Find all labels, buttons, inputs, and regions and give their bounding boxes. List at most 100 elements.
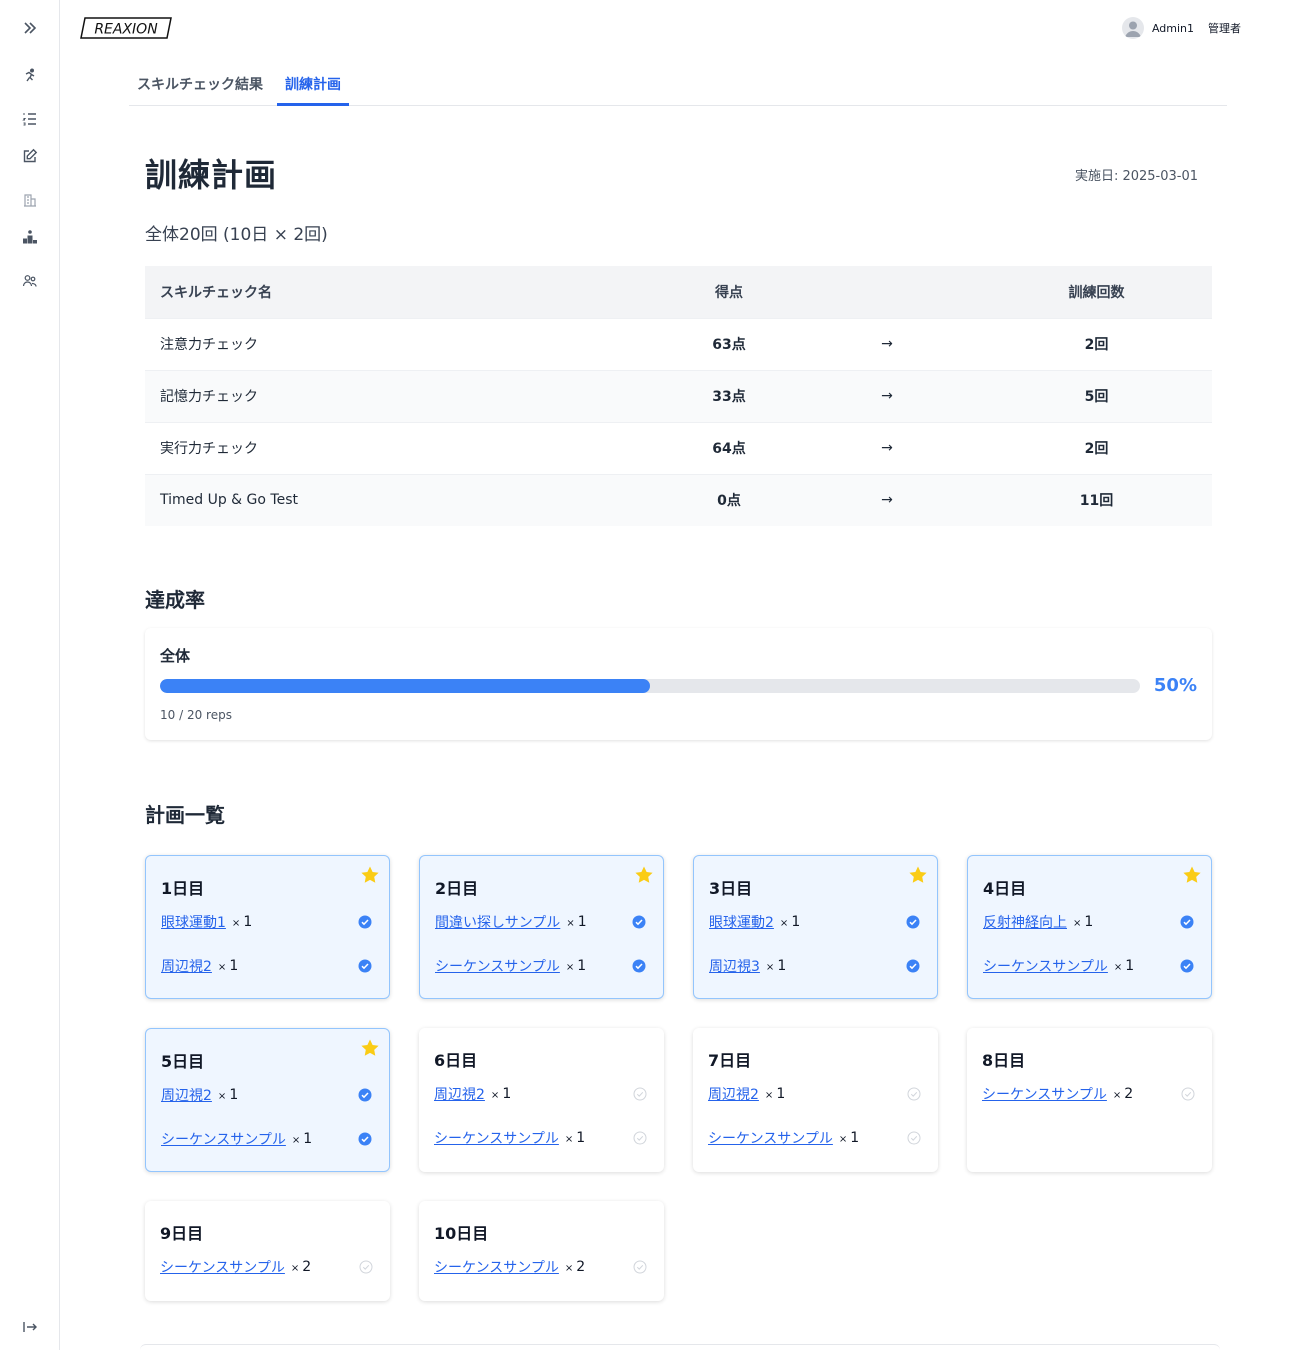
- check-circle-icon[interactable]: [358, 915, 372, 929]
- task-link[interactable]: シーケンスサンプル: [161, 1129, 286, 1149]
- edit-icon[interactable]: [18, 144, 42, 168]
- day-title: 10日目: [434, 1224, 489, 1243]
- day-title: 6日目: [434, 1051, 478, 1070]
- achievement-title: 達成率: [145, 588, 205, 612]
- task-item: 眼球運動2 × 1: [709, 912, 920, 932]
- app-logo[interactable]: REAXION: [80, 17, 172, 39]
- check-circle-icon[interactable]: [358, 959, 372, 973]
- runner-icon[interactable]: [18, 64, 42, 88]
- tab-skill-check-results[interactable]: スキルチェック結果: [129, 64, 271, 104]
- task-link[interactable]: 周辺視2: [161, 1085, 212, 1105]
- day-title: 4日目: [983, 879, 1027, 898]
- task-link[interactable]: 間違い探しサンプル: [435, 912, 560, 932]
- check-circle-outline-icon[interactable]: [633, 1131, 647, 1145]
- check-circle-icon[interactable]: [358, 1132, 372, 1146]
- header-arrow: [793, 266, 981, 318]
- check-circle-icon[interactable]: [906, 915, 920, 929]
- check-circle-icon[interactable]: [632, 915, 646, 929]
- task-count: 1: [502, 1086, 512, 1102]
- task-multiplier: × 1: [780, 914, 800, 930]
- star-icon: [908, 865, 928, 885]
- day-title: 2日目: [435, 879, 479, 898]
- task-count: 1: [1084, 914, 1094, 930]
- task-item: シーケンスサンプル × 1: [161, 1129, 372, 1149]
- arrow-right-icon: →: [793, 473, 981, 526]
- multiply-icon: ×: [1113, 962, 1123, 973]
- day-card: 2日目 間違い探しサンプル × 1 シーケンスサンプル × 1: [419, 855, 664, 999]
- skill-name: 記憶力チェック: [145, 369, 665, 422]
- multiply-icon: ×: [765, 962, 775, 973]
- day-card: 3日目 眼球運動2 × 1 周辺視3 × 1: [693, 855, 938, 999]
- task-link[interactable]: シーケンスサンプル: [982, 1084, 1107, 1104]
- star-icon: [360, 865, 380, 885]
- training-count: 5回: [981, 369, 1212, 422]
- check-circle-icon[interactable]: [1180, 915, 1194, 929]
- day-card: 1日目 眼球運動1 × 1 周辺視2 × 1: [145, 855, 390, 999]
- achievement-card: 全体 50% 10 / 20 reps: [145, 628, 1212, 740]
- user-role: 管理者: [1208, 22, 1241, 35]
- multiply-icon: ×: [565, 962, 575, 973]
- tab-bar: スキルチェック結果 訓練計画: [129, 66, 1227, 106]
- header-score: 得点: [665, 266, 793, 318]
- check-circle-icon[interactable]: [632, 959, 646, 973]
- task-link[interactable]: 周辺視2: [161, 956, 212, 976]
- skill-score: 63点: [665, 317, 793, 370]
- expand-icon[interactable]: [18, 16, 42, 40]
- task-link[interactable]: 眼球運動2: [709, 912, 774, 932]
- multiply-icon: ×: [231, 918, 241, 929]
- skill-name: 実行力チェック: [145, 421, 665, 474]
- day-card: 5日目 周辺視2 × 1 シーケンスサンプル × 1: [145, 1028, 390, 1172]
- task-link[interactable]: 周辺視2: [434, 1084, 485, 1104]
- task-count: 1: [229, 958, 239, 974]
- check-circle-outline-icon[interactable]: [907, 1131, 921, 1145]
- building-icon[interactable]: [18, 188, 42, 212]
- task-link[interactable]: シーケンスサンプル: [160, 1257, 285, 1277]
- check-circle-icon[interactable]: [1180, 959, 1194, 973]
- progress-bar: [160, 679, 1140, 693]
- task-count: 2: [1124, 1086, 1134, 1102]
- task-multiplier: × 1: [1073, 914, 1093, 930]
- day-card: 9日目 シーケンスサンプル × 2: [145, 1201, 390, 1301]
- check-circle-outline-icon[interactable]: [1181, 1087, 1195, 1101]
- task-link[interactable]: シーケンスサンプル: [983, 956, 1108, 976]
- execution-date: 実施日: 2025-03-01: [1074, 169, 1198, 184]
- task-count: 1: [777, 958, 787, 974]
- podium-icon[interactable]: [18, 225, 42, 249]
- task-link[interactable]: シーケンスサンプル: [708, 1128, 833, 1148]
- check-circle-outline-icon[interactable]: [907, 1087, 921, 1101]
- sidebar: [0, 0, 60, 1350]
- task-link[interactable]: 眼球運動1: [161, 912, 226, 932]
- check-circle-icon[interactable]: [358, 1088, 372, 1102]
- users-icon[interactable]: [18, 269, 42, 293]
- logout-icon[interactable]: [18, 1315, 42, 1339]
- task-link[interactable]: シーケンスサンプル: [435, 956, 560, 976]
- arrow-right-icon: →: [793, 421, 981, 474]
- task-count: 1: [577, 914, 587, 930]
- list-icon[interactable]: [18, 107, 42, 131]
- training-count: 2回: [981, 317, 1212, 370]
- task-link[interactable]: シーケンスサンプル: [434, 1257, 559, 1277]
- task-item: シーケンスサンプル × 1: [435, 956, 646, 976]
- task-multiplier: × 1: [1114, 958, 1134, 974]
- task-count: 1: [576, 1130, 586, 1146]
- check-circle-outline-icon[interactable]: [633, 1087, 647, 1101]
- task-link[interactable]: 反射神経向上: [983, 912, 1067, 932]
- day-card: 10日目シーケンスサンプル × 2: [419, 1201, 664, 1301]
- multiply-icon: ×: [217, 962, 227, 973]
- user-menu[interactable]: Admin1 管理者: [1121, 17, 1241, 39]
- tab-training-plan[interactable]: 訓練計画: [277, 64, 349, 106]
- table-row: Timed Up & Go Test 0点 → 11回: [145, 473, 1212, 526]
- task-link[interactable]: 周辺視3: [709, 956, 760, 976]
- day-card: 4日目 反射神経向上 × 1 シーケンスサンプル × 1: [967, 855, 1212, 999]
- skill-score: 0点: [665, 473, 793, 526]
- task-multiplier: × 1: [566, 914, 586, 930]
- task-multiplier: × 1: [765, 1086, 785, 1102]
- table-header-row: スキルチェック名 得点 訓練回数: [145, 266, 1212, 318]
- task-link[interactable]: シーケンスサンプル: [434, 1128, 559, 1148]
- page-title: 訓練計画: [145, 156, 278, 194]
- check-circle-outline-icon[interactable]: [633, 1260, 647, 1274]
- task-item: シーケンスサンプル × 2: [434, 1257, 647, 1277]
- check-circle-outline-icon[interactable]: [359, 1260, 373, 1274]
- task-link[interactable]: 周辺視2: [708, 1084, 759, 1104]
- check-circle-icon[interactable]: [906, 959, 920, 973]
